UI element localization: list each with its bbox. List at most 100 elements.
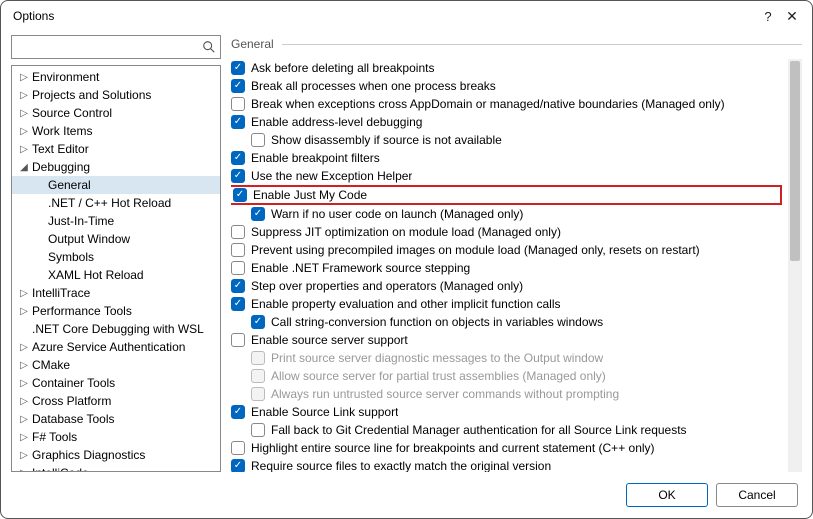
expand-icon[interactable]: ▷ xyxy=(18,360,30,371)
tree-item[interactable]: ▷IntelliCode xyxy=(12,464,220,472)
tree-item[interactable]: .NET / C++ Hot Reload xyxy=(12,194,220,212)
scrollbar[interactable] xyxy=(788,59,802,472)
checkbox[interactable] xyxy=(231,225,245,239)
checkbox[interactable] xyxy=(231,279,245,293)
checkbox[interactable] xyxy=(251,315,265,329)
checkbox[interactable] xyxy=(231,169,245,183)
checkbox[interactable] xyxy=(231,115,245,129)
tree-item-label: Environment xyxy=(30,70,99,84)
tree-item[interactable]: ◢Debugging xyxy=(12,158,220,176)
category-tree[interactable]: ▷Environment▷Projects and Solutions▷Sour… xyxy=(11,65,221,472)
tree-item[interactable]: ▷Projects and Solutions xyxy=(12,86,220,104)
tree-item[interactable]: ▷Cross Platform xyxy=(12,392,220,410)
tree-item[interactable]: Just-In-Time xyxy=(12,212,220,230)
expand-icon[interactable]: ▷ xyxy=(18,126,30,137)
expand-icon[interactable]: ▷ xyxy=(18,396,30,407)
checkbox xyxy=(251,387,265,401)
tree-item[interactable]: Output Window xyxy=(12,230,220,248)
checkbox[interactable] xyxy=(231,261,245,275)
tree-item[interactable]: ▷F# Tools xyxy=(12,428,220,446)
setting-label: Break when exceptions cross AppDomain or… xyxy=(251,97,725,111)
checkbox[interactable] xyxy=(231,61,245,75)
content-area: ▷Environment▷Projects and Solutions▷Sour… xyxy=(1,31,812,472)
tree-item[interactable]: ▷Text Editor xyxy=(12,140,220,158)
tree-item[interactable]: .NET Core Debugging with WSL xyxy=(12,320,220,338)
search-box[interactable] xyxy=(11,35,221,59)
expand-icon[interactable]: ▷ xyxy=(18,414,30,425)
tree-item[interactable]: ▷Container Tools xyxy=(12,374,220,392)
tree-item[interactable]: ▷Azure Service Authentication xyxy=(12,338,220,356)
tree-item-label: Just-In-Time xyxy=(46,214,114,228)
checkbox[interactable] xyxy=(251,133,265,147)
tree-item-label: Database Tools xyxy=(30,412,115,426)
scroll-thumb[interactable] xyxy=(790,61,800,261)
tree-item[interactable]: ▷Environment xyxy=(12,68,220,86)
tree-item-label: Text Editor xyxy=(30,142,89,156)
tree-item[interactable]: Symbols xyxy=(12,248,220,266)
checkbox[interactable] xyxy=(251,207,265,221)
tree-item[interactable]: General xyxy=(12,176,220,194)
dialog-button-row: OK Cancel xyxy=(1,472,812,518)
tree-item[interactable]: ▷Source Control xyxy=(12,104,220,122)
checkbox[interactable] xyxy=(231,97,245,111)
titlebar: Options ? ✕ xyxy=(1,1,812,31)
tree-item-label: Projects and Solutions xyxy=(30,88,151,102)
checkbox[interactable] xyxy=(233,188,247,202)
tree-item[interactable]: ▷Work Items xyxy=(12,122,220,140)
expand-icon[interactable]: ▷ xyxy=(18,108,30,119)
checkbox[interactable] xyxy=(231,243,245,257)
collapse-icon[interactable]: ◢ xyxy=(18,162,30,173)
expand-icon[interactable]: ▷ xyxy=(18,144,30,155)
tree-item[interactable]: ▷CMake xyxy=(12,356,220,374)
tree-item[interactable]: ▷Performance Tools xyxy=(12,302,220,320)
checkbox[interactable] xyxy=(231,333,245,347)
expand-icon[interactable]: ▷ xyxy=(18,288,30,299)
setting-label: Enable Just My Code xyxy=(253,188,367,202)
settings-list: Ask before deleting all breakpoints Break… xyxy=(231,59,788,472)
setting-row: Call string-conversion function on objec… xyxy=(231,313,782,331)
expand-icon[interactable]: ▷ xyxy=(18,306,30,317)
checkbox[interactable] xyxy=(231,405,245,419)
expand-icon[interactable]: ▷ xyxy=(18,72,30,83)
checkbox[interactable] xyxy=(231,441,245,455)
checkbox[interactable] xyxy=(231,151,245,165)
search-input[interactable] xyxy=(12,36,198,58)
tree-item[interactable]: ▷IntelliTrace xyxy=(12,284,220,302)
setting-row: Highlight entire source line for breakpo… xyxy=(231,439,782,457)
expand-icon[interactable]: ▷ xyxy=(18,342,30,353)
expand-icon[interactable]: ▷ xyxy=(18,378,30,389)
checkbox[interactable] xyxy=(231,459,245,472)
close-button[interactable]: ✕ xyxy=(780,4,804,28)
checkbox[interactable] xyxy=(231,79,245,93)
tree-item[interactable]: ▷Database Tools xyxy=(12,410,220,428)
tree-item-label: .NET / C++ Hot Reload xyxy=(46,196,171,210)
checkbox[interactable] xyxy=(231,297,245,311)
setting-row: Allow source server for partial trust as… xyxy=(231,367,782,385)
tree-item[interactable]: ▷Graphics Diagnostics xyxy=(12,446,220,464)
expand-icon[interactable]: ▷ xyxy=(18,90,30,101)
setting-label: Allow source server for partial trust as… xyxy=(271,369,606,383)
setting-row: Use the new Exception Helper xyxy=(231,167,782,185)
setting-label: Suppress JIT optimization on module load… xyxy=(251,225,561,239)
help-button[interactable]: ? xyxy=(756,4,780,28)
setting-label: Enable property evaluation and other imp… xyxy=(251,297,561,311)
search-icon[interactable] xyxy=(198,40,220,54)
setting-row: Prevent using precompiled images on modu… xyxy=(231,241,782,259)
tree-item[interactable]: XAML Hot Reload xyxy=(12,266,220,284)
cancel-button[interactable]: Cancel xyxy=(716,483,798,507)
tree-item-label: .NET Core Debugging with WSL xyxy=(30,322,204,336)
tree-item-label: F# Tools xyxy=(30,430,77,444)
expand-icon[interactable]: ▷ xyxy=(18,450,30,461)
setting-label: Highlight entire source line for breakpo… xyxy=(251,441,655,455)
tree-item-label: Cross Platform xyxy=(30,394,111,408)
setting-label: Fall back to Git Credential Manager auth… xyxy=(271,423,687,437)
expand-icon[interactable]: ▷ xyxy=(18,432,30,443)
ok-button[interactable]: OK xyxy=(626,483,708,507)
left-column: ▷Environment▷Projects and Solutions▷Sour… xyxy=(11,35,221,472)
setting-row: Enable property evaluation and other imp… xyxy=(231,295,782,313)
tree-item-label: CMake xyxy=(30,358,70,372)
setting-label: Break all processes when one process bre… xyxy=(251,79,496,93)
tree-item-label: Source Control xyxy=(30,106,112,120)
checkbox[interactable] xyxy=(251,423,265,437)
setting-row: Ask before deleting all breakpoints xyxy=(231,59,782,77)
